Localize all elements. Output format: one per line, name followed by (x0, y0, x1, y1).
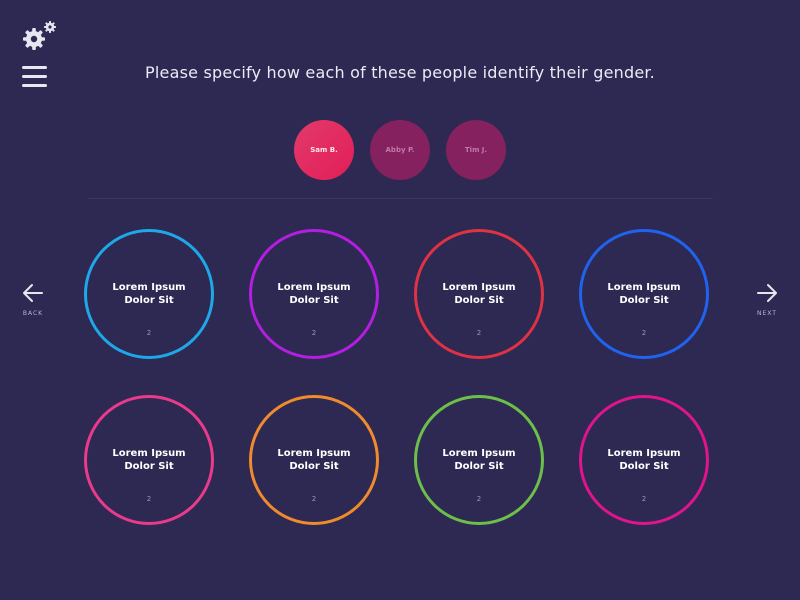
option-label: Lorem Ipsum Dolor Sit (582, 281, 706, 307)
next-button[interactable]: NEXT (747, 283, 787, 317)
option-label: Lorem Ipsum Dolor Sit (417, 281, 541, 307)
gender-option[interactable]: Lorem Ipsum Dolor Sit 2 (84, 395, 214, 525)
arrow-right-icon (757, 284, 777, 302)
person-name: Sam B. (310, 146, 338, 154)
gender-option[interactable]: Lorem Ipsum Dolor Sit 2 (249, 229, 379, 359)
back-button[interactable]: BACK (13, 283, 53, 317)
option-label-line1: Lorem Ipsum (607, 448, 681, 459)
person-abby-p[interactable]: Abby P. (370, 120, 430, 180)
menu-bar (22, 84, 47, 87)
option-label-line1: Lorem Ipsum (442, 448, 516, 459)
option-label-line1: Lorem Ipsum (277, 448, 351, 459)
option-label-line2: Dolor Sit (454, 461, 504, 472)
option-label-line1: Lorem Ipsum (277, 282, 351, 293)
option-count: 2 (641, 329, 647, 337)
option-count: 2 (311, 495, 317, 503)
option-label-line2: Dolor Sit (124, 295, 174, 306)
person-name: Tim J. (464, 146, 488, 154)
option-label: Lorem Ipsum Dolor Sit (87, 447, 211, 473)
gender-option[interactable]: Lorem Ipsum Dolor Sit 2 (414, 395, 544, 525)
gender-option[interactable]: Lorem Ipsum Dolor Sit 2 (249, 395, 379, 525)
option-label-line2: Dolor Sit (289, 295, 339, 306)
option-label-line2: Dolor Sit (619, 295, 669, 306)
option-count: 2 (476, 329, 482, 337)
divider (88, 198, 713, 199)
option-label: Lorem Ipsum Dolor Sit (252, 447, 376, 473)
option-label-line1: Lorem Ipsum (112, 282, 186, 293)
option-label: Lorem Ipsum Dolor Sit (87, 281, 211, 307)
back-label: BACK (22, 310, 44, 317)
option-label-line2: Dolor Sit (289, 461, 339, 472)
option-count: 2 (476, 495, 482, 503)
people-selector: Sam B. Abby P. Tim J. (0, 120, 800, 180)
gears-icon (23, 21, 56, 50)
option-label-line2: Dolor Sit (619, 461, 669, 472)
arrow-left-icon (23, 284, 43, 302)
option-count: 2 (311, 329, 317, 337)
gender-option[interactable]: Lorem Ipsum Dolor Sit 2 (84, 229, 214, 359)
option-count: 2 (146, 495, 152, 503)
option-label-line1: Lorem Ipsum (607, 282, 681, 293)
person-sam-b[interactable]: Sam B. (294, 120, 354, 180)
option-label-line2: Dolor Sit (124, 461, 174, 472)
option-label-line1: Lorem Ipsum (112, 448, 186, 459)
next-label: NEXT (757, 310, 777, 317)
gender-option[interactable]: Lorem Ipsum Dolor Sit 2 (414, 229, 544, 359)
option-label-line1: Lorem Ipsum (442, 282, 516, 293)
option-label-line2: Dolor Sit (454, 295, 504, 306)
person-name: Abby P. (385, 146, 415, 154)
gender-option[interactable]: Lorem Ipsum Dolor Sit 2 (579, 229, 709, 359)
option-label: Lorem Ipsum Dolor Sit (417, 447, 541, 473)
question-heading: Please specify how each of these people … (145, 63, 655, 82)
option-count: 2 (641, 495, 647, 503)
option-label: Lorem Ipsum Dolor Sit (582, 447, 706, 473)
option-label: Lorem Ipsum Dolor Sit (252, 281, 376, 307)
option-count: 2 (146, 329, 152, 337)
person-tim-j[interactable]: Tim J. (446, 120, 506, 180)
gender-option[interactable]: Lorem Ipsum Dolor Sit 2 (579, 395, 709, 525)
